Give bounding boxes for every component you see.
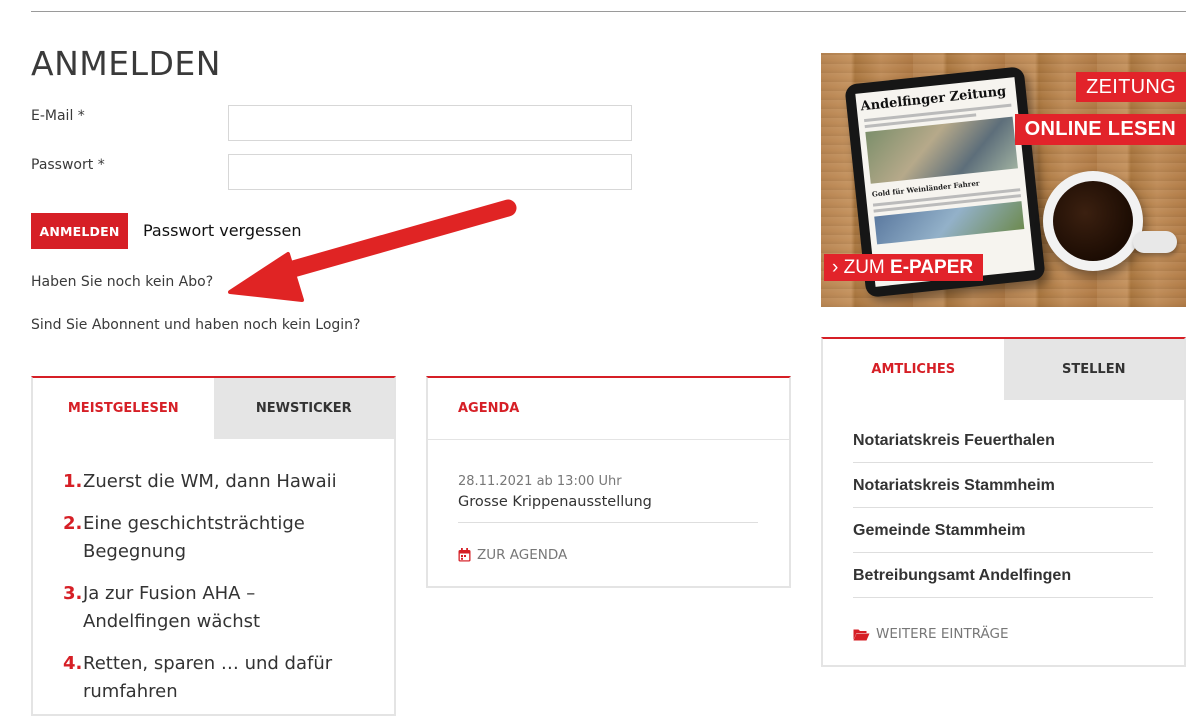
event-title-link[interactable]: Grosse Krippenausstellung	[458, 494, 652, 510]
calendar-icon	[458, 548, 471, 562]
divider	[458, 522, 758, 523]
epaper-cta[interactable]: › ZUM E-PAPER	[824, 254, 984, 281]
list-item[interactable]: 1. Zuerst die WM, dann Hawaii	[63, 468, 363, 496]
top-divider	[31, 11, 1186, 12]
tab-stellen[interactable]: STELLEN	[1003, 339, 1184, 400]
tab-meistgelesen[interactable]: MEISTGELESEN	[33, 378, 214, 439]
coffee-cup-image	[1043, 171, 1143, 271]
email-field[interactable]	[228, 105, 632, 141]
epaper-banner[interactable]: Andelfinger Zeitung Gold für Weinländer …	[821, 53, 1186, 307]
ad-label-online-lesen: ONLINE LESEN	[1014, 114, 1186, 145]
tab-newsticker[interactable]: NEWSTICKER	[213, 378, 394, 439]
forgot-password-link[interactable]: Passwort vergessen	[143, 221, 301, 240]
subscriber-no-login-link[interactable]: Sind Sie Abonnent und haben noch kein Lo…	[31, 317, 360, 333]
no-subscription-link[interactable]: Haben Sie noch kein Abo?	[31, 274, 213, 290]
list-item[interactable]: Notariatskreis Stammheim	[853, 463, 1153, 508]
official-more-link[interactable]: WEITERE EINTRÄGE	[853, 626, 1009, 642]
official-tabs: AMTLICHES STELLEN	[823, 339, 1184, 400]
list-item[interactable]: 4. Retten, sparen … und dafür rumfahren	[63, 650, 363, 706]
password-field[interactable]	[228, 154, 632, 190]
event-date: 28.11.2021 ab 13:00 Uhr	[458, 474, 622, 489]
official-list: Notariatskreis Feuerthalen Notariatskrei…	[853, 418, 1153, 598]
news-tabs: MEISTGELESEN NEWSTICKER	[33, 378, 394, 439]
tab-amtliches[interactable]: AMTLICHES	[823, 339, 1004, 400]
page-title: ANMELDEN	[31, 44, 221, 83]
tab-agenda[interactable]: AGENDA	[458, 378, 519, 439]
chevron-right-icon: ›	[832, 257, 839, 278]
ad-label-zeitung: ZEITUNG	[1076, 72, 1186, 102]
agenda-panel: AGENDA 28.11.2021 ab 13:00 Uhr Grosse Kr…	[426, 376, 791, 588]
agenda-more-link[interactable]: ZUR AGENDA	[458, 547, 567, 563]
login-button[interactable]: ANMELDEN	[31, 213, 128, 249]
list-item[interactable]: Betreibungsamt Andelfingen	[853, 553, 1153, 598]
agenda-header: AGENDA	[428, 378, 789, 440]
password-label: Passwort *	[31, 157, 105, 173]
most-read-list: 1. Zuerst die WM, dann Hawaii 2. Eine gesc…	[63, 468, 363, 720]
email-label: E-Mail *	[31, 108, 85, 124]
folder-open-icon	[853, 629, 870, 640]
list-item[interactable]: 3. Ja zur Fusion AHA – Andelfingen wächst	[63, 580, 363, 636]
list-item[interactable]: Notariatskreis Feuerthalen	[853, 418, 1153, 463]
news-panel: MEISTGELESEN NEWSTICKER 1. Zuerst die WM,…	[31, 376, 396, 716]
list-item[interactable]: Gemeinde Stammheim	[853, 508, 1153, 553]
official-panel: AMTLICHES STELLEN Notariatskreis Feuerth…	[821, 337, 1186, 667]
list-item[interactable]: 2. Eine geschichtsträchtige Begegnung	[63, 510, 363, 566]
